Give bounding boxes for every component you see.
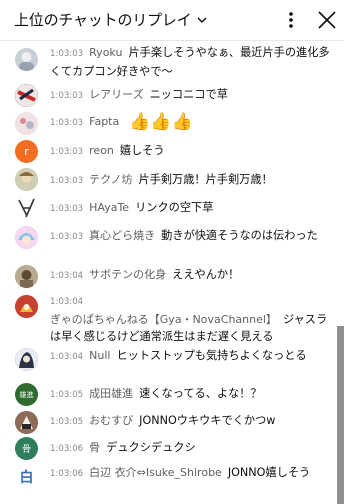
avatar[interactable] <box>15 295 38 318</box>
message-timestamp: 1:03:03 <box>50 147 84 157</box>
chat-mode-dropdown[interactable]: 上位のチャットのリプレイ <box>14 9 208 30</box>
message-text: JONNOウキウキでくかつw <box>139 414 276 427</box>
avatar[interactable] <box>15 168 38 191</box>
chat-message: 1:03:03 テクノ坊 片手剣万歳！片手剣万歳！ <box>0 167 336 191</box>
message-text: 動きが快適そうなのは伝わった <box>161 229 318 242</box>
author-name[interactable]: レアリーズ <box>89 88 143 101</box>
message-text: JONNO嬉しそう <box>227 466 311 479</box>
author-name[interactable]: おむすび <box>89 414 133 427</box>
author-name[interactable]: Fapta <box>89 115 119 128</box>
thumbs-up-icon: 👍👍👍 <box>129 112 193 132</box>
message-timestamp: 1:03:06 <box>50 469 84 479</box>
author-name[interactable]: HAyaTe <box>89 201 129 214</box>
close-icon[interactable] <box>316 9 338 31</box>
message-timestamp: 1:03:03 <box>50 232 84 242</box>
more-vert-icon[interactable] <box>280 8 302 32</box>
avatar[interactable] <box>15 411 38 434</box>
author-name[interactable]: 成田雄進 <box>89 387 133 400</box>
chat-header: 上位のチャットのリプレイ <box>0 0 344 40</box>
avatar[interactable] <box>15 112 38 135</box>
avatar[interactable]: 骨 <box>15 437 38 460</box>
scrollbar-thumb[interactable] <box>337 326 344 504</box>
message-text: ええやんか！ <box>172 268 240 281</box>
author-name[interactable]: テクノ坊 <box>89 173 132 186</box>
avatar[interactable]: 白 <box>15 465 38 488</box>
message-timestamp: 1:03:04 <box>50 271 84 281</box>
chat-message: 1:03:03 Fapta 👍👍👍 <box>0 110 336 136</box>
author-name[interactable]: 真心どら焼き <box>89 229 155 242</box>
message-text: ニッコニコで草 <box>149 88 228 101</box>
message-timestamp: 1:03:05 <box>50 417 84 427</box>
message-timestamp: 1:03:03 <box>50 204 84 214</box>
message-timestamp: 1:03:05 <box>50 390 84 400</box>
avatar[interactable]: r <box>15 140 38 163</box>
chat-message: r 1:03:03 reon 嬉しそう <box>0 139 336 163</box>
chat-message: 1:03:05 おむすび JONNOウキウキでくかつw <box>0 409 336 434</box>
avatar[interactable] <box>15 84 38 107</box>
author-name[interactable]: 骨 <box>89 441 100 454</box>
message-timestamp: 1:03:04 <box>50 297 84 307</box>
message-timestamp: 1:03:03 <box>50 49 84 59</box>
author-name[interactable]: Ryoku <box>89 46 122 59</box>
chat-message: 白 1:03:06 白辺 衣介⇔Isuke_Shirobe JONNO嬉しそう <box>0 463 336 503</box>
chat-message: 骨 1:03:06 骨デュクシデュクシ <box>0 436 336 460</box>
chat-list[interactable]: 1:03:03 Ryoku 片手楽しそうやなぁ、最近片手の進化多くてカプコン好きやで… <box>0 41 344 504</box>
author-name[interactable]: Null <box>89 349 110 362</box>
message-text: 速くなってる、よな！？ <box>139 387 262 400</box>
chat-message: 1:03:04 Null ヒットストップも気持ちよくなっとる <box>0 346 336 382</box>
author-name[interactable]: サボテンの化身 <box>89 268 166 281</box>
message-timestamp: 1:03:04 <box>50 352 84 362</box>
message-timestamp: 1:03:03 <box>50 118 84 128</box>
chat-message: 雄進 1:03:05 成田雄進 速くなってる、よな！？ <box>0 382 336 406</box>
chat-message: 1:03:03 レアリーズ ニッコニコで草 <box>0 83 336 107</box>
message-text: 片手剣万歳！片手剣万歳！ <box>138 173 273 186</box>
message-timestamp: 1:03:06 <box>50 444 84 454</box>
message-text: 嬉しそう <box>119 144 165 157</box>
chat-message: 1:03:03 Ryoku 片手楽しそうやなぁ、最近片手の進化多くてカプコン好きやで… <box>0 44 336 80</box>
chat-title: 上位のチャットのリプレイ <box>14 11 192 29</box>
author-name[interactable]: 白辺 衣介⇔Isuke_Shirobe <box>89 466 222 479</box>
avatar[interactable] <box>15 196 38 219</box>
message-timestamp: 1:03:03 <box>50 91 84 101</box>
avatar[interactable] <box>15 265 38 288</box>
message-text: デュクシデュクシ <box>106 441 196 454</box>
author-name[interactable]: ぎゃのぱちゃんねる【Gya・NovaChannel】 <box>50 313 277 326</box>
chevron-down-icon <box>197 17 207 23</box>
message-timestamp: 1:03:03 <box>50 176 84 186</box>
chat-message: 1:03:04 ぎゃのぱちゃんねる【Gya・NovaChannel】 ジャスラは早く… <box>0 294 336 346</box>
avatar[interactable]: 雄進 <box>15 383 38 406</box>
author-name[interactable]: reon <box>89 144 114 157</box>
chat-message: 1:03:03 真心どら焼き 動きが快適そうなのは伝わった <box>0 224 336 260</box>
avatar[interactable] <box>15 48 38 71</box>
avatar[interactable] <box>15 226 38 249</box>
message-text: ヒットストップも気持ちよくなっとる <box>116 349 307 362</box>
message-text: リンクの空下草 <box>135 201 214 214</box>
chat-message: 1:03:03 HAyaTe リンクの空下草 <box>0 196 336 220</box>
avatar[interactable] <box>15 348 38 371</box>
chat-message: 1:03:04 サボテンの化身 ええやんか！ <box>0 265 336 289</box>
